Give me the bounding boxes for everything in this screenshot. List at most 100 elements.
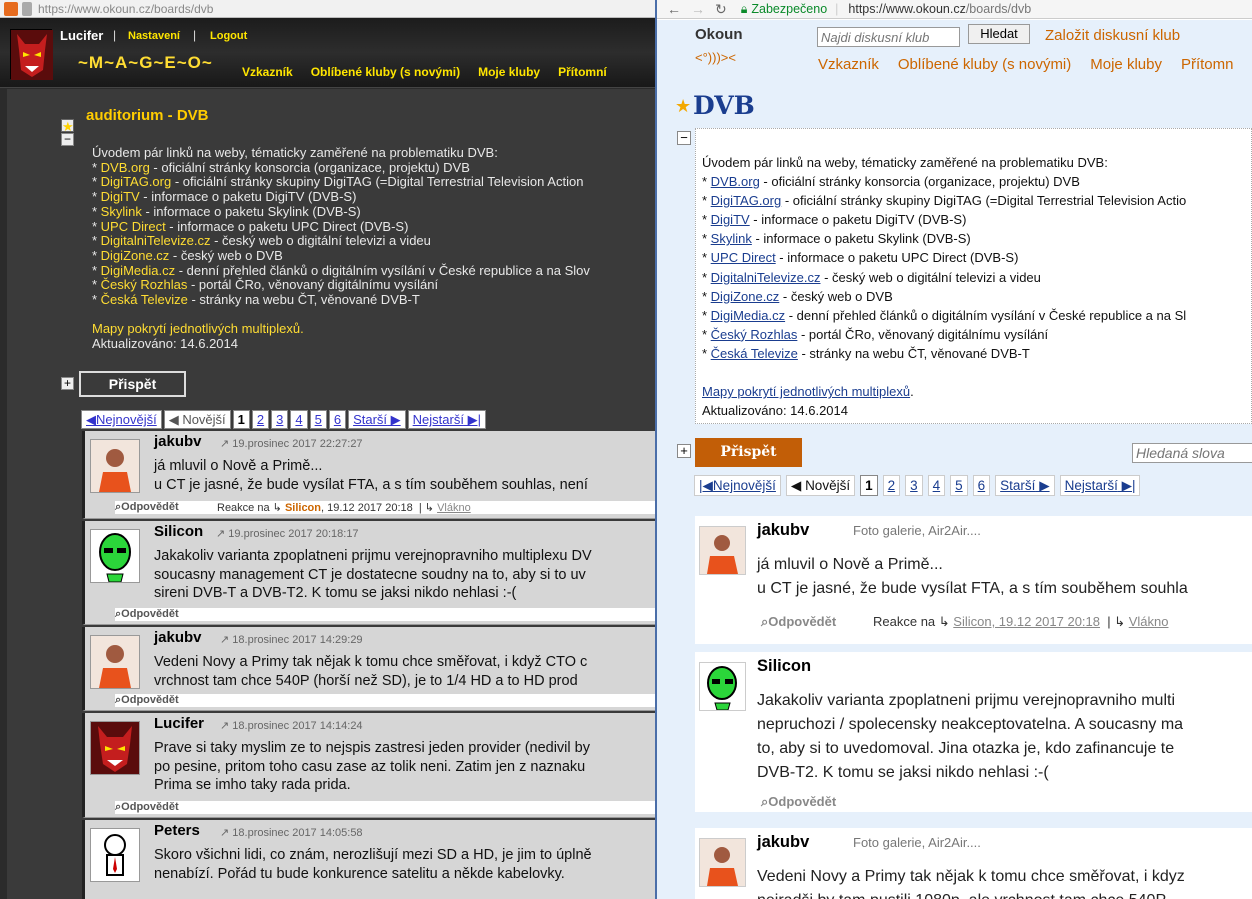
pager-oldest[interactable]: Nejstarší ▶| xyxy=(407,410,486,429)
logout-link[interactable]: Logout xyxy=(210,30,247,42)
pager-newest[interactable]: |◀Nejnovější xyxy=(694,475,781,496)
contribute-button[interactable]: Přispět xyxy=(79,371,186,397)
collapse-icon[interactable]: − xyxy=(677,131,691,145)
collapse-icon[interactable]: − xyxy=(61,133,74,146)
create-club-link[interactable]: Založit diskusní klub xyxy=(1045,27,1180,44)
avatar[interactable] xyxy=(90,529,140,583)
left-url[interactable]: https://www.okoun.cz/boards/dvb xyxy=(38,2,213,16)
pager-page-6[interactable]: 6 xyxy=(972,475,991,496)
pager-page-5[interactable]: 5 xyxy=(950,475,968,496)
pager-page-4[interactable]: 4 xyxy=(290,410,308,429)
map-link[interactable]: Mapy pokrytí jednotlivých multiplexů. xyxy=(92,322,590,337)
reply-button[interactable]: ⌕Odpovědět xyxy=(115,608,655,621)
link-digitv[interactable]: DigiTV xyxy=(711,212,750,227)
nav-pritomni[interactable]: Přítomní xyxy=(558,65,607,79)
forward-arrow-icon[interactable]: → xyxy=(691,1,705,17)
thread-link[interactable]: Vlákno xyxy=(1129,614,1169,629)
pager-page-2[interactable]: 2 xyxy=(251,410,270,429)
reply-button[interactable]: ⌕Odpovědět xyxy=(115,694,655,707)
favorite-star-icon[interactable]: ★ xyxy=(675,96,691,117)
avatar[interactable] xyxy=(90,828,140,882)
site-logo[interactable]: ~M~A~G~E~O~ xyxy=(78,53,213,73)
pager-older[interactable]: Starší ▶ xyxy=(348,410,406,429)
reaction-target-link[interactable]: Silicon, 19.12 2017 20:18 xyxy=(953,614,1100,629)
post-author[interactable]: jakubv xyxy=(154,433,202,450)
avatar[interactable] xyxy=(90,721,140,775)
post-author[interactable]: Peters xyxy=(154,822,200,839)
avatar[interactable] xyxy=(90,635,140,689)
link-digitag[interactable]: DigiTAG.org xyxy=(101,174,172,190)
pager-page-3[interactable]: 3 xyxy=(905,475,923,496)
avatar[interactable] xyxy=(90,439,140,493)
reply-button[interactable]: ⌕Odpovědět xyxy=(761,614,836,630)
pager-page-2[interactable]: 2 xyxy=(882,475,901,496)
post-author[interactable]: Silicon xyxy=(154,523,203,540)
post-author[interactable]: Silicon xyxy=(757,657,811,676)
nav-oblibene[interactable]: Oblíbené kluby (s novými) xyxy=(311,65,460,79)
nav-pritomni[interactable]: Přítomn xyxy=(1181,56,1234,73)
link-upc[interactable]: UPC Direct xyxy=(101,219,166,234)
map-link[interactable]: Mapy pokrytí jednotlivých multiplexů xyxy=(702,384,910,399)
reload-icon[interactable]: ↻ xyxy=(715,1,727,18)
reply-button[interactable]: ⌕Odpovědět xyxy=(115,801,655,814)
link-dvb-org[interactable]: DVB.org xyxy=(711,174,760,189)
post-author[interactable]: jakubv xyxy=(757,521,809,540)
link-digimedia[interactable]: DigiMedia.cz xyxy=(101,263,175,278)
left-address-bar[interactable]: https://www.okoun.cz/boards/dvb xyxy=(0,0,655,18)
pager-newest[interactable]: ◀Nejnovější xyxy=(81,410,162,429)
nav-vzkaznik[interactable]: Vzkazník xyxy=(242,65,293,79)
back-arrow-icon[interactable]: ← xyxy=(667,1,681,17)
link-digizone[interactable]: DigiZone.cz xyxy=(101,248,170,263)
avatar[interactable] xyxy=(699,662,746,711)
expand-icon[interactable]: + xyxy=(677,444,691,458)
link-cesky-rozhlas[interactable]: Český Rozhlas xyxy=(101,277,188,292)
club-search-input[interactable] xyxy=(817,27,960,47)
fish-logo[interactable]: <°)))>< xyxy=(695,50,736,65)
link-digimedia[interactable]: DigiMedia.cz xyxy=(711,308,785,323)
pager-oldest[interactable]: Nejstarší ▶| xyxy=(1059,475,1141,496)
okoun-logo[interactable]: Okoun xyxy=(695,26,743,43)
gallery-info[interactable]: Foto galerie, Air2Air.... xyxy=(853,523,981,538)
link-ceska-televize[interactable]: Česká Televize xyxy=(711,346,798,361)
post-author[interactable]: jakubv xyxy=(154,629,202,646)
nav-moje-kluby[interactable]: Moje kluby xyxy=(1090,56,1162,73)
contribute-button[interactable]: Přispět xyxy=(695,438,802,467)
nav-oblibene[interactable]: Oblíbené kluby (s novými) xyxy=(898,56,1071,73)
expand-icon[interactable]: + xyxy=(61,377,74,390)
link-digizone[interactable]: DigiZone.cz xyxy=(711,289,780,304)
pager-newer[interactable]: ◀ Novější xyxy=(163,410,231,429)
secure-label[interactable]: Zabezpečeno xyxy=(751,2,827,16)
reaction-user-link[interactable]: Silicon xyxy=(285,502,321,514)
right-url[interactable]: https://www.okoun.cz/boards/dvb xyxy=(848,2,1031,16)
link-digitalni-televize[interactable]: DigitalniTelevize.cz xyxy=(711,270,821,285)
link-upc[interactable]: UPC Direct xyxy=(711,250,776,265)
link-cesky-rozhlas[interactable]: Český Rozhlas xyxy=(711,327,798,342)
link-skylink[interactable]: Skylink xyxy=(101,204,142,219)
link-digitv[interactable]: DigiTV xyxy=(101,189,140,204)
link-dvb-org[interactable]: DVB.org xyxy=(101,160,150,175)
settings-link[interactable]: Nastavení xyxy=(128,30,180,42)
extension-icon[interactable] xyxy=(4,1,18,16)
link-digitalni-televize[interactable]: DigitalniTelevize.cz xyxy=(101,233,211,248)
avatar[interactable] xyxy=(699,526,746,575)
pager-page-3[interactable]: 3 xyxy=(271,410,289,429)
pager-older[interactable]: Starší ▶ xyxy=(995,475,1055,496)
gallery-info[interactable]: Foto galerie, Air2Air.... xyxy=(853,835,981,850)
link-digitag[interactable]: DigiTAG.org xyxy=(711,193,782,208)
lock-icon[interactable]: 🔒︎ xyxy=(741,2,748,17)
nav-moje-kluby[interactable]: Moje kluby xyxy=(478,65,540,79)
avatar[interactable] xyxy=(10,29,53,80)
post-author[interactable]: Lucifer xyxy=(154,715,204,732)
reply-button[interactable]: ⌕Odpovědět xyxy=(761,794,836,810)
pager-page-1[interactable]: 1 xyxy=(860,475,878,496)
post-author[interactable]: jakubv xyxy=(757,833,809,852)
pager-page-5[interactable]: 5 xyxy=(309,410,327,429)
nav-vzkaznik[interactable]: Vzkazník xyxy=(818,56,879,73)
favorite-star-icon[interactable]: ★ xyxy=(61,119,74,133)
avatar[interactable] xyxy=(699,838,746,887)
pager-newer[interactable]: ◀ Novější xyxy=(785,475,856,496)
link-ceska-televize[interactable]: Česká Televize xyxy=(101,292,188,307)
pager-page-6[interactable]: 6 xyxy=(328,410,347,429)
thread-link[interactable]: Vlákno xyxy=(437,502,471,514)
link-skylink[interactable]: Skylink xyxy=(711,231,752,246)
